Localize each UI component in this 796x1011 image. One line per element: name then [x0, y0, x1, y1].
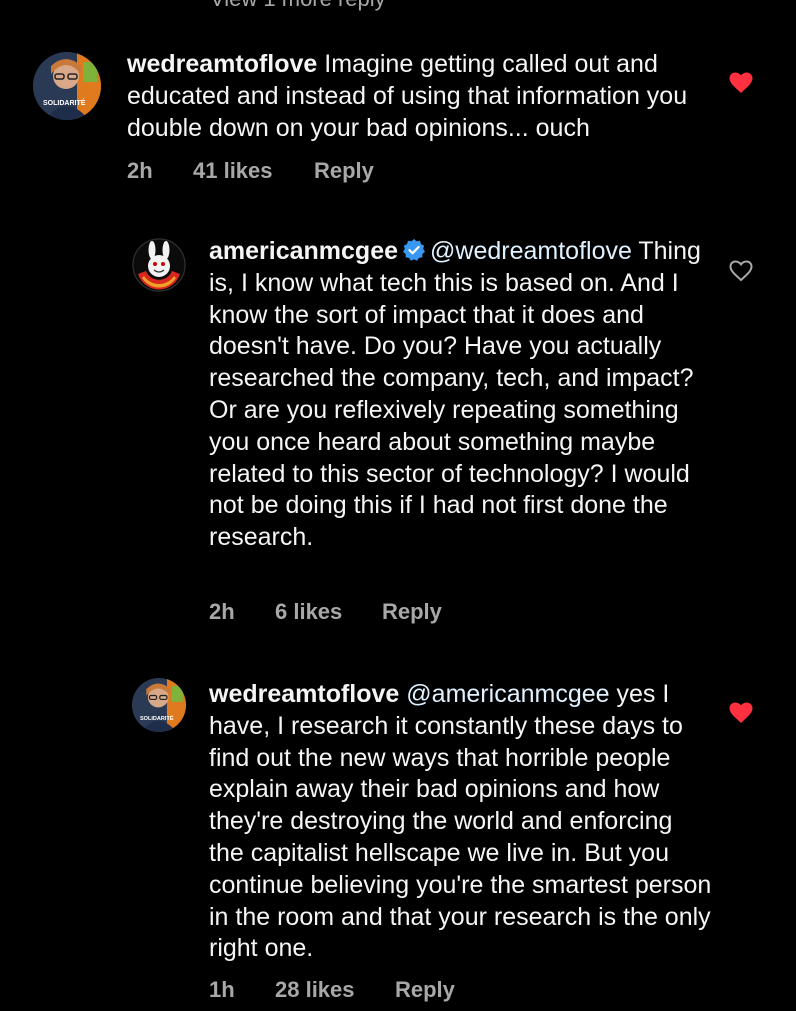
comment-likes[interactable]: 28 likes: [275, 977, 355, 1003]
comment-body: americanmcgee @wedreamtoflove Thing is, …: [209, 236, 709, 554]
avatar[interactable]: SOLIDARITÉ: [33, 52, 101, 120]
verified-badge-icon: [403, 239, 426, 261]
avatar[interactable]: [132, 238, 186, 292]
comment-username[interactable]: wedreamtoflove: [209, 680, 399, 708]
reply-button[interactable]: Reply: [382, 599, 442, 625]
view-more-replies[interactable]: View 1 more reply: [210, 0, 386, 12]
comment-text: Thing is, I know what tech this is based…: [209, 237, 701, 552]
heart-liked-icon[interactable]: [729, 702, 753, 724]
comment-body: wedreamtoflove Imagine getting called ou…: [127, 49, 707, 144]
comment-time: 1h: [209, 977, 235, 1002]
avatar-badge: SOLIDARITÉ: [43, 98, 86, 107]
comment-time: 2h: [127, 158, 153, 183]
heart-liked-icon[interactable]: [729, 72, 753, 94]
avatar-image: SOLIDARITÉ: [132, 678, 186, 732]
comment-time: 2h: [209, 599, 235, 624]
rabbit-avatar-image: [132, 238, 186, 292]
comment-text: yes I have, I research it constantly the…: [209, 680, 712, 963]
avatar-image: SOLIDARITÉ: [33, 52, 101, 120]
heart-outline-icon[interactable]: [729, 260, 753, 282]
reply-button[interactable]: Reply: [395, 977, 455, 1003]
reply-button[interactable]: Reply: [314, 158, 374, 184]
comment-username[interactable]: americanmcgee: [209, 237, 398, 265]
comment-body: wedreamtoflove @americanmcgee yes I have…: [209, 679, 714, 965]
comment-likes[interactable]: 41 likes: [193, 158, 273, 184]
comment-mention[interactable]: @wedreamtoflove: [430, 237, 632, 265]
comment-mention[interactable]: @americanmcgee: [406, 680, 609, 708]
comment-username[interactable]: wedreamtoflove: [127, 50, 317, 78]
comment-likes[interactable]: 6 likes: [275, 599, 342, 625]
avatar[interactable]: SOLIDARITÉ: [132, 678, 186, 732]
